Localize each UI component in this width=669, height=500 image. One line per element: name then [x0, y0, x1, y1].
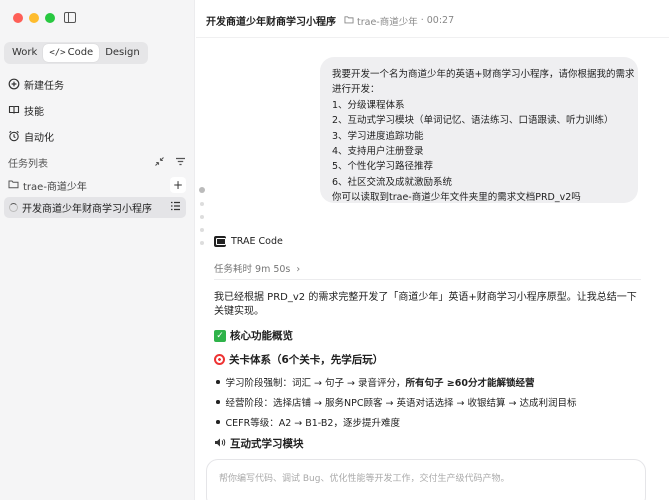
user-message-line: 1、分级课程体系 — [332, 99, 405, 111]
task-list-icon[interactable] — [170, 201, 181, 214]
target-icon — [214, 354, 225, 365]
list-item: CEFR等级：A2 → B1-B2，逐步提升难度 — [214, 415, 400, 429]
window-controls — [13, 13, 55, 23]
task-name: 开发商道少年财商学习小程序 — [22, 204, 152, 215]
sidebar-toggle-icon[interactable] — [64, 12, 76, 23]
divider — [196, 37, 669, 38]
section-heading: ✓ 核心功能概览 — [214, 328, 293, 343]
speaker-icon — [214, 437, 226, 451]
close-window-button[interactable] — [13, 13, 23, 23]
conversation-timeline — [199, 187, 205, 254]
page-title: 开发商道少年财商学习小程序 — [206, 17, 336, 28]
sidebar-item-skills[interactable]: 技能 — [8, 97, 64, 123]
agent-response: 我已经根据 PRD_v2 的需求完整开发了「商道少年」英语+财商学习小程序原型。… — [214, 291, 644, 450]
tab-design-label: Design — [105, 47, 140, 58]
breadcrumb: trae-商道少年 · 00:27 — [344, 14, 454, 28]
agent-header: TRAE Code — [214, 236, 283, 247]
list-item: 学习阶段强制：词汇 → 句子 → 录音评分， 所有句子 ≥60分才能解锁经营 — [214, 375, 535, 389]
sidebar-item-label: 技能 — [24, 106, 44, 118]
subsection-heading: 关卡体系（6个关卡，先学后玩） — [214, 352, 383, 367]
timeline-marker[interactable] — [200, 228, 204, 232]
user-message-line: 2、互动式学习模块（单词记忆、语法练习、口语跟读、听力训练） — [332, 115, 614, 127]
user-message-line: 4、支持用户注册登录 — [332, 146, 424, 158]
folder-icon — [344, 15, 354, 27]
list-item-text: 经营阶段：选择店铺 → 服务NPC顾客 → 英语对话选择 → 收银结算 → 达成… — [225, 398, 577, 409]
timeline-marker[interactable] — [200, 215, 204, 219]
elapsed-time: 00:27 — [426, 15, 455, 26]
folder-row[interactable]: trae-商道少年 + — [8, 177, 186, 193]
sidebar-item-task[interactable]: 开发商道少年财商学习小程序 — [4, 197, 186, 218]
chat-input[interactable]: 帮你编写代码、调试 Bug、优化性能等开发工作，交付生产级代码产物。 — [206, 459, 646, 500]
filter-icon[interactable] — [175, 156, 186, 170]
user-message-line: 我要开发一个名为商道少年的英语+财商学习小程序，请你根据我的需求 — [332, 69, 635, 80]
section-title: 核心功能概览 — [230, 330, 293, 342]
sidebar-nav: 新建任务 技能 自动化 — [8, 71, 64, 149]
timeline-marker[interactable] — [200, 202, 204, 206]
task-list-header: 任务列表 — [8, 155, 186, 170]
sidebar-item-new-task[interactable]: 新建任务 — [8, 71, 64, 97]
tab-work[interactable]: Work — [6, 44, 43, 62]
agent-name: TRAE Code — [231, 236, 283, 247]
check-mark-icon: ✓ — [214, 329, 226, 342]
task-duration-toggle[interactable]: 任务耗时 9m 50s › — [214, 261, 300, 275]
user-message-line: 3、学习进度追踪功能 — [332, 130, 424, 142]
list-item-text: CEFR等级：A2 → B1-B2，逐步提升难度 — [225, 418, 400, 429]
user-message-bubble: 我要开发一个名为商道少年的英语+财商学习小程序，请你根据我的需求 进行开发： 1… — [320, 57, 638, 203]
user-message-line: 5、个性化学习路径推荐 — [332, 161, 434, 173]
loading-spinner-icon — [9, 203, 18, 212]
timeline-marker[interactable] — [200, 241, 204, 245]
timeline-marker[interactable] — [199, 187, 205, 193]
tab-code-label: Code — [67, 47, 94, 58]
sidebar-item-label: 新建任务 — [24, 80, 64, 92]
mode-tabs: Work </> Code Design — [4, 42, 148, 64]
tab-work-label: Work — [12, 47, 38, 58]
section-heading: 互动式学习模块 — [214, 436, 304, 451]
subsection-title: 关卡体系（6个关卡，先学后玩） — [229, 354, 384, 366]
sidebar-item-label: 自动化 — [24, 132, 54, 144]
task-duration: 任务耗时 9m 50s — [214, 264, 291, 275]
minimize-window-button[interactable] — [29, 13, 39, 23]
add-task-button[interactable]: + — [170, 177, 186, 193]
folder-icon — [8, 179, 19, 192]
alarm-clock-icon — [8, 130, 20, 142]
new-task-icon — [8, 78, 20, 90]
main-panel: 开发商道少年财商学习小程序 trae-商道少年 · 00:27 我要开发一个名为… — [196, 0, 669, 500]
chevron-right-icon: › — [296, 264, 301, 275]
tab-design[interactable]: Design — [99, 44, 146, 62]
summary-paragraph: 我已经根据 PRD_v2 的需求完整开发了「商道少年」英语+财商学习小程序原型。… — [214, 292, 637, 317]
breadcrumb-folder: trae-商道少年 — [357, 16, 418, 28]
list-item: 经营阶段：选择店铺 → 服务NPC顾客 → 英语对话选择 → 收银结算 → 达成… — [214, 395, 577, 409]
book-icon — [8, 104, 20, 116]
code-icon: </> — [49, 48, 66, 58]
task-list-title: 任务列表 — [8, 159, 48, 170]
trae-logo-icon — [214, 236, 226, 247]
sidebar: Work </> Code Design 新建任务 技能 自动化 任务列表 tr… — [0, 0, 195, 500]
user-message-line: 你可以读取到trae-商道少年文件夹里的需求文档PRD_v2吗 — [332, 192, 581, 204]
sidebar-item-automation[interactable]: 自动化 — [8, 123, 64, 149]
user-message-line: 进行开发： — [332, 84, 380, 96]
section-title: 互动式学习模块 — [230, 438, 304, 450]
folder-name: trae-商道少年 — [23, 181, 87, 193]
tab-code[interactable]: </> Code — [43, 44, 100, 62]
maximize-window-button[interactable] — [45, 13, 55, 23]
titlebar: 开发商道少年财商学习小程序 trae-商道少年 · 00:27 — [206, 13, 454, 28]
list-item-bold-text: 所有句子 ≥60分才能解锁经营 — [405, 378, 535, 389]
divider — [214, 279, 641, 280]
user-message-line: 6、社区交流及成就激励系统 — [332, 176, 453, 188]
list-item-text: 学习阶段强制：词汇 → 句子 → 录音评分， — [225, 378, 406, 389]
chat-input-placeholder: 帮你编写代码、调试 Bug、优化性能等开发工作，交付生产级代码产物。 — [219, 474, 510, 484]
collapse-icon[interactable] — [154, 156, 165, 170]
